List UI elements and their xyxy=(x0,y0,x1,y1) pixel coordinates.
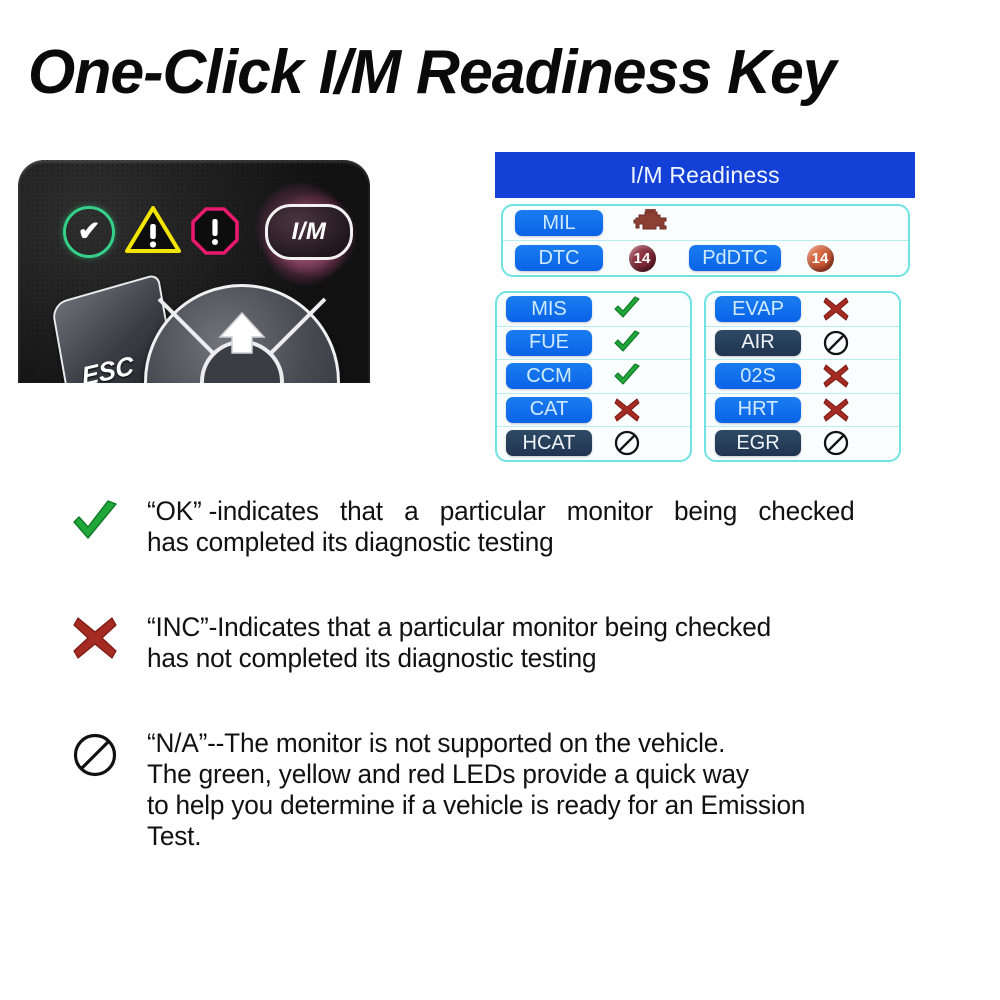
im-right-column: EVAP AIR 02S HRT EGR xyxy=(704,291,901,462)
legend-item-ok: “OK” -indicates that a particular monito… xyxy=(42,496,972,558)
status-ok-icon xyxy=(592,330,662,356)
red-cross-icon xyxy=(42,612,147,660)
monitor-label-hrt[interactable]: HRT xyxy=(715,396,801,423)
legend-item-na: “N/A”--The monitor is not supported on t… xyxy=(42,728,972,852)
pddtc-count-badge: 14 xyxy=(806,244,834,272)
im-button-label: I/M xyxy=(291,218,327,245)
legend-line: “INC”-Indicates that a particular monito… xyxy=(147,612,772,642)
im-top-panel: MIL DTC 14 PdDTC 14 xyxy=(501,204,910,277)
status-na-icon xyxy=(592,430,662,456)
im-readiness-header: I/M Readiness xyxy=(495,152,915,198)
esc-key-label: ESC xyxy=(79,349,136,383)
page-title: One-Click I/M Readiness Key xyxy=(28,38,837,107)
status-ok-icon xyxy=(592,296,662,322)
table-row: FUE xyxy=(497,327,690,360)
legend-text-na: “N/A”--The monitor is not supported on t… xyxy=(147,728,947,852)
status-na-icon xyxy=(801,430,871,456)
table-row: HRT xyxy=(706,394,899,427)
legend-item-inc: “INC”-Indicates that a particular monito… xyxy=(42,612,972,674)
monitor-label-air[interactable]: AIR xyxy=(715,329,801,356)
scanner-device-photo: ✔ I/M ESC xyxy=(18,160,370,383)
dtc-count-badge: 14 xyxy=(628,244,656,272)
dtc-label-chip[interactable]: DTC xyxy=(515,245,603,271)
dtc-value-cell: 14 xyxy=(603,244,681,272)
table-row: HCAT xyxy=(497,427,690,460)
monitor-label-ccm[interactable]: CCM xyxy=(506,363,592,390)
monitor-label-evap[interactable]: EVAP xyxy=(715,296,801,323)
status-inc-icon xyxy=(801,296,871,322)
status-inc-icon xyxy=(592,397,662,423)
status-inc-icon xyxy=(801,363,871,389)
green-check-icon xyxy=(42,496,147,544)
im-monitor-columns: MIS FUE CCM CAT HCAT EVAP AIR 02S HRT EG… xyxy=(495,285,915,462)
table-row: EGR xyxy=(706,427,899,460)
green-ok-led-check-icon: ✔ xyxy=(77,215,101,246)
legend-line: “OK” -indicates that a particular monito… xyxy=(147,496,855,526)
status-na-icon xyxy=(801,330,871,356)
table-row-mil: MIL xyxy=(503,206,908,241)
dpad-seams xyxy=(157,297,327,383)
legend-section: “OK” -indicates that a particular monito… xyxy=(42,496,972,852)
legend-line: Test. xyxy=(147,821,202,851)
legend-line: “N/A”--The monitor is not supported on t… xyxy=(147,728,726,758)
legend-line: The green, yellow and red LEDs provide a… xyxy=(147,759,749,789)
status-ok-icon xyxy=(592,363,662,389)
mil-engine-icon xyxy=(631,208,671,239)
yellow-warning-led xyxy=(125,206,181,253)
mil-label-chip[interactable]: MIL xyxy=(515,210,603,236)
monitor-label-hcat[interactable]: HCAT xyxy=(506,430,592,457)
page-root: One-Click I/M Readiness Key ✔ I/M ESC I/… xyxy=(0,0,1000,1000)
legend-line: to help you determine if a vehicle is re… xyxy=(147,790,806,820)
pddtc-value-cell: 14 xyxy=(781,244,859,272)
red-alert-led xyxy=(191,207,239,255)
directional-pad[interactable] xyxy=(144,284,340,383)
table-row: CAT xyxy=(497,394,690,427)
table-row: AIR xyxy=(706,327,899,360)
im-left-column: MIS FUE CCM CAT HCAT xyxy=(495,291,692,462)
monitor-label-mis[interactable]: MIS xyxy=(506,296,592,323)
monitor-label-cat[interactable]: CAT xyxy=(506,396,592,423)
legend-text-inc: “INC”-Indicates that a particular monito… xyxy=(147,612,947,674)
im-button-cap[interactable]: I/M xyxy=(265,204,353,260)
im-readiness-button[interactable]: I/M xyxy=(255,182,357,286)
table-row: 02S xyxy=(706,360,899,394)
table-row: EVAP xyxy=(706,293,899,327)
legend-line: has not completed its diagnostic testing xyxy=(147,643,597,673)
green-ok-led: ✔ xyxy=(63,206,115,258)
monitor-label-fue[interactable]: FUE xyxy=(506,329,592,356)
pddtc-label-chip[interactable]: PdDTC xyxy=(689,245,781,271)
table-row-dtc: DTC 14 PdDTC 14 xyxy=(503,241,908,275)
legend-text-ok: “OK” -indicates that a particular monito… xyxy=(147,496,947,558)
monitor-label-egr[interactable]: EGR xyxy=(715,430,801,457)
table-row: CCM xyxy=(497,360,690,394)
monitor-label-02s[interactable]: 02S xyxy=(715,363,801,390)
im-readiness-table: I/M Readiness MIL DTC 14 PdDTC 14 MIS FU… xyxy=(495,152,915,462)
legend-line: has completed its diagnostic testing xyxy=(147,527,554,557)
status-inc-icon xyxy=(801,397,871,423)
na-circle-slash-icon xyxy=(42,728,147,778)
table-row: MIS xyxy=(497,293,690,327)
